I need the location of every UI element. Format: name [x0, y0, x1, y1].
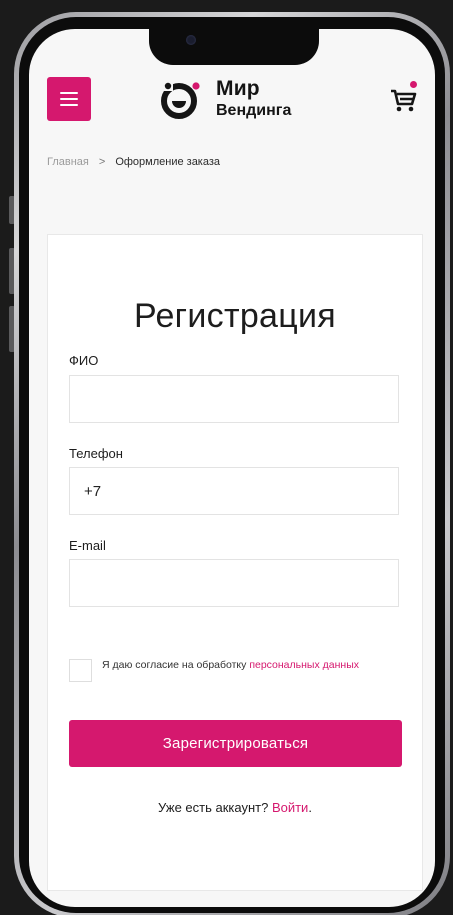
- register-button[interactable]: Зарегистрироваться: [69, 720, 402, 767]
- device-stage: Мир Вендинга Главная > Оформление заказа Р…: [0, 0, 453, 915]
- fio-input[interactable]: [69, 375, 399, 423]
- logo-title: Мир: [216, 77, 260, 100]
- vending-logo-icon: [159, 79, 200, 119]
- breadcrumb: Главная > Оформление заказа: [47, 156, 220, 168]
- consent-checkbox[interactable]: [69, 659, 92, 682]
- hamburger-menu-icon: [60, 92, 78, 94]
- phone-input[interactable]: [69, 467, 399, 515]
- email-label: E-mail: [69, 538, 106, 553]
- login-link[interactable]: Войти: [272, 800, 308, 815]
- personal-data-link[interactable]: персональных данных: [249, 659, 359, 671]
- logo-subtitle: Вендинга: [216, 102, 292, 119]
- consent-text: Я даю согласие на обработку: [102, 659, 250, 671]
- shopping-cart-icon: [391, 89, 417, 112]
- phone-notch: [149, 29, 319, 65]
- email-input[interactable]: [69, 559, 399, 607]
- breadcrumb-current: Оформление заказа: [115, 156, 221, 168]
- hamburger-menu-icon-line: [60, 98, 78, 100]
- page-title: Регистрация: [133, 297, 337, 335]
- site-logo[interactable]: Мир Вендинга: [159, 75, 329, 125]
- front-camera-icon: [186, 35, 196, 45]
- breadcrumb-home-link[interactable]: Главная: [47, 156, 89, 168]
- phone-label: Телефон: [69, 446, 123, 461]
- cart-button[interactable]: [386, 81, 422, 117]
- phone-screen: Мир Вендинга Главная > Оформление заказа Р…: [29, 29, 435, 907]
- consent-label: Я даю согласие на обработку персональных…: [102, 658, 402, 672]
- registration-card: Регистрация ФИО Телефон E-mail Я даю сог…: [47, 234, 423, 891]
- login-suffix: .: [308, 800, 312, 815]
- fio-label: ФИО: [69, 353, 99, 368]
- breadcrumb-separator: >: [98, 156, 106, 168]
- hamburger-menu-icon-line: [60, 104, 78, 106]
- cart-badge: [410, 81, 417, 88]
- menu-button[interactable]: [47, 77, 91, 121]
- login-prompt: Уже есть аккаунт?: [158, 800, 272, 815]
- login-prompt-line: Уже есть аккаунт? Войти.: [48, 800, 422, 815]
